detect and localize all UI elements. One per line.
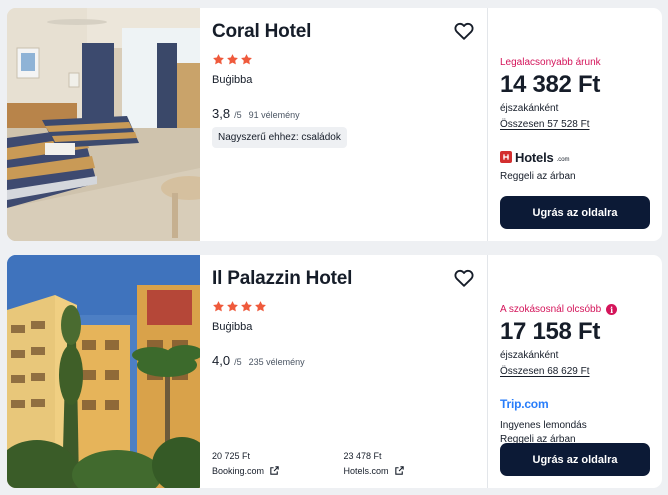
review-score[interactable]: 4,0/5 235 vélemény — [212, 353, 475, 368]
provider-logo: Trip.com — [500, 396, 650, 412]
star-icon — [241, 54, 252, 65]
hotel-room-image — [7, 8, 200, 241]
external-link-icon[interactable] — [269, 465, 280, 476]
hotel-location: Buġibba — [212, 321, 253, 333]
star-icon — [241, 301, 252, 312]
hotel-name[interactable]: Coral Hotel — [212, 21, 475, 43]
per-night-label: éjszakánként — [500, 350, 559, 361]
star-icon — [213, 301, 224, 312]
price-per-night: 17 158 Ft — [500, 318, 601, 345]
info-icon[interactable]: i — [606, 304, 618, 315]
star-icon — [227, 301, 238, 312]
price-offer: A szokásosnál olcsóbb i 17 158 Ft éjszak… — [488, 255, 662, 488]
per-night-label: éjszakánként — [500, 103, 559, 114]
star-rating — [212, 53, 475, 67]
alt-price-amount: 20 725 Ft — [212, 451, 251, 461]
provider-name: Trip.com — [500, 397, 549, 411]
total-price-link[interactable]: Összesen 57 528 Ft — [500, 119, 590, 130]
alt-price-item[interactable]: 23 478 Ft Hotels.com — [344, 451, 476, 476]
star-icon — [227, 54, 238, 65]
hotel-result-card[interactable]: Coral Hotel Buġibba 3,8/5 91 vélemény Na… — [7, 8, 662, 241]
hotel-result-card[interactable]: Il Palazzin Hotel Buġibba 4,0/5 235 véle… — [7, 255, 662, 488]
alt-price-item[interactable]: 20 725 Ft Booking.com — [212, 451, 344, 476]
price-badge-label: Legalacsonyabb árunk — [500, 57, 601, 68]
go-to-site-button[interactable]: Ugrás az oldalra — [500, 196, 650, 229]
alt-price-provider: Booking.com — [212, 465, 265, 476]
hotel-location: Buġibba — [212, 74, 253, 86]
go-to-site-button[interactable]: Ugrás az oldalra — [500, 443, 650, 476]
suitability-tag: Nagyszerű ehhez: családok — [212, 127, 347, 148]
star-rating — [212, 300, 475, 314]
offer-feature: Ingyenes lemondás — [500, 420, 587, 431]
score-value: 4,0 — [212, 353, 231, 368]
external-link-icon[interactable] — [394, 465, 405, 476]
hotel-name[interactable]: Il Palazzin Hotel — [212, 268, 475, 290]
heart-outline-icon[interactable] — [453, 267, 475, 289]
provider-suffix: .com — [556, 156, 570, 163]
review-score[interactable]: 3,8/5 91 vélemény — [212, 106, 475, 121]
price-offer: Legalacsonyabb árunk 14 382 Ft éjszakánk… — [488, 8, 662, 241]
alt-price-amount: 23 478 Ft — [343, 451, 382, 461]
score-value: 3,8 — [212, 106, 231, 121]
alternative-prices: 20 725 Ft Booking.com 23 478 Ft Hotels.c… — [212, 451, 475, 476]
star-icon — [255, 301, 266, 312]
hotel-info: Coral Hotel Buġibba 3,8/5 91 vélemény Na… — [200, 8, 488, 241]
hotel-exterior-image — [7, 255, 200, 488]
price-per-night: 14 382 Ft — [500, 71, 601, 98]
hotels-logo-icon — [500, 151, 512, 163]
score-max: /5 — [234, 357, 242, 367]
total-price-link[interactable]: Összesen 68 629 Ft — [500, 366, 590, 377]
hotel-photo[interactable] — [7, 8, 200, 241]
offer-feature: Reggeli az árban — [500, 171, 576, 182]
provider-name: Hotels — [515, 149, 554, 165]
price-badge-label: A szokásosnál olcsóbb — [500, 304, 602, 315]
heart-outline-icon[interactable] — [453, 20, 475, 42]
alt-price-provider-row: Hotels.com — [344, 465, 476, 476]
provider-logo: Hotels .com — [500, 149, 650, 165]
score-max: /5 — [234, 110, 242, 120]
alt-price-provider-row: Booking.com — [212, 465, 344, 476]
price-badge: A szokásosnál olcsóbb i — [500, 304, 650, 315]
hotel-photo[interactable] — [7, 255, 200, 488]
alt-price-provider: Hotels.com — [343, 465, 389, 476]
hotel-info: Il Palazzin Hotel Buġibba 4,0/5 235 véle… — [200, 255, 488, 488]
review-count: 91 vélemény — [248, 110, 300, 120]
price-badge: Legalacsonyabb árunk — [500, 57, 650, 68]
review-count: 235 vélemény — [248, 357, 305, 367]
star-icon — [213, 54, 224, 65]
